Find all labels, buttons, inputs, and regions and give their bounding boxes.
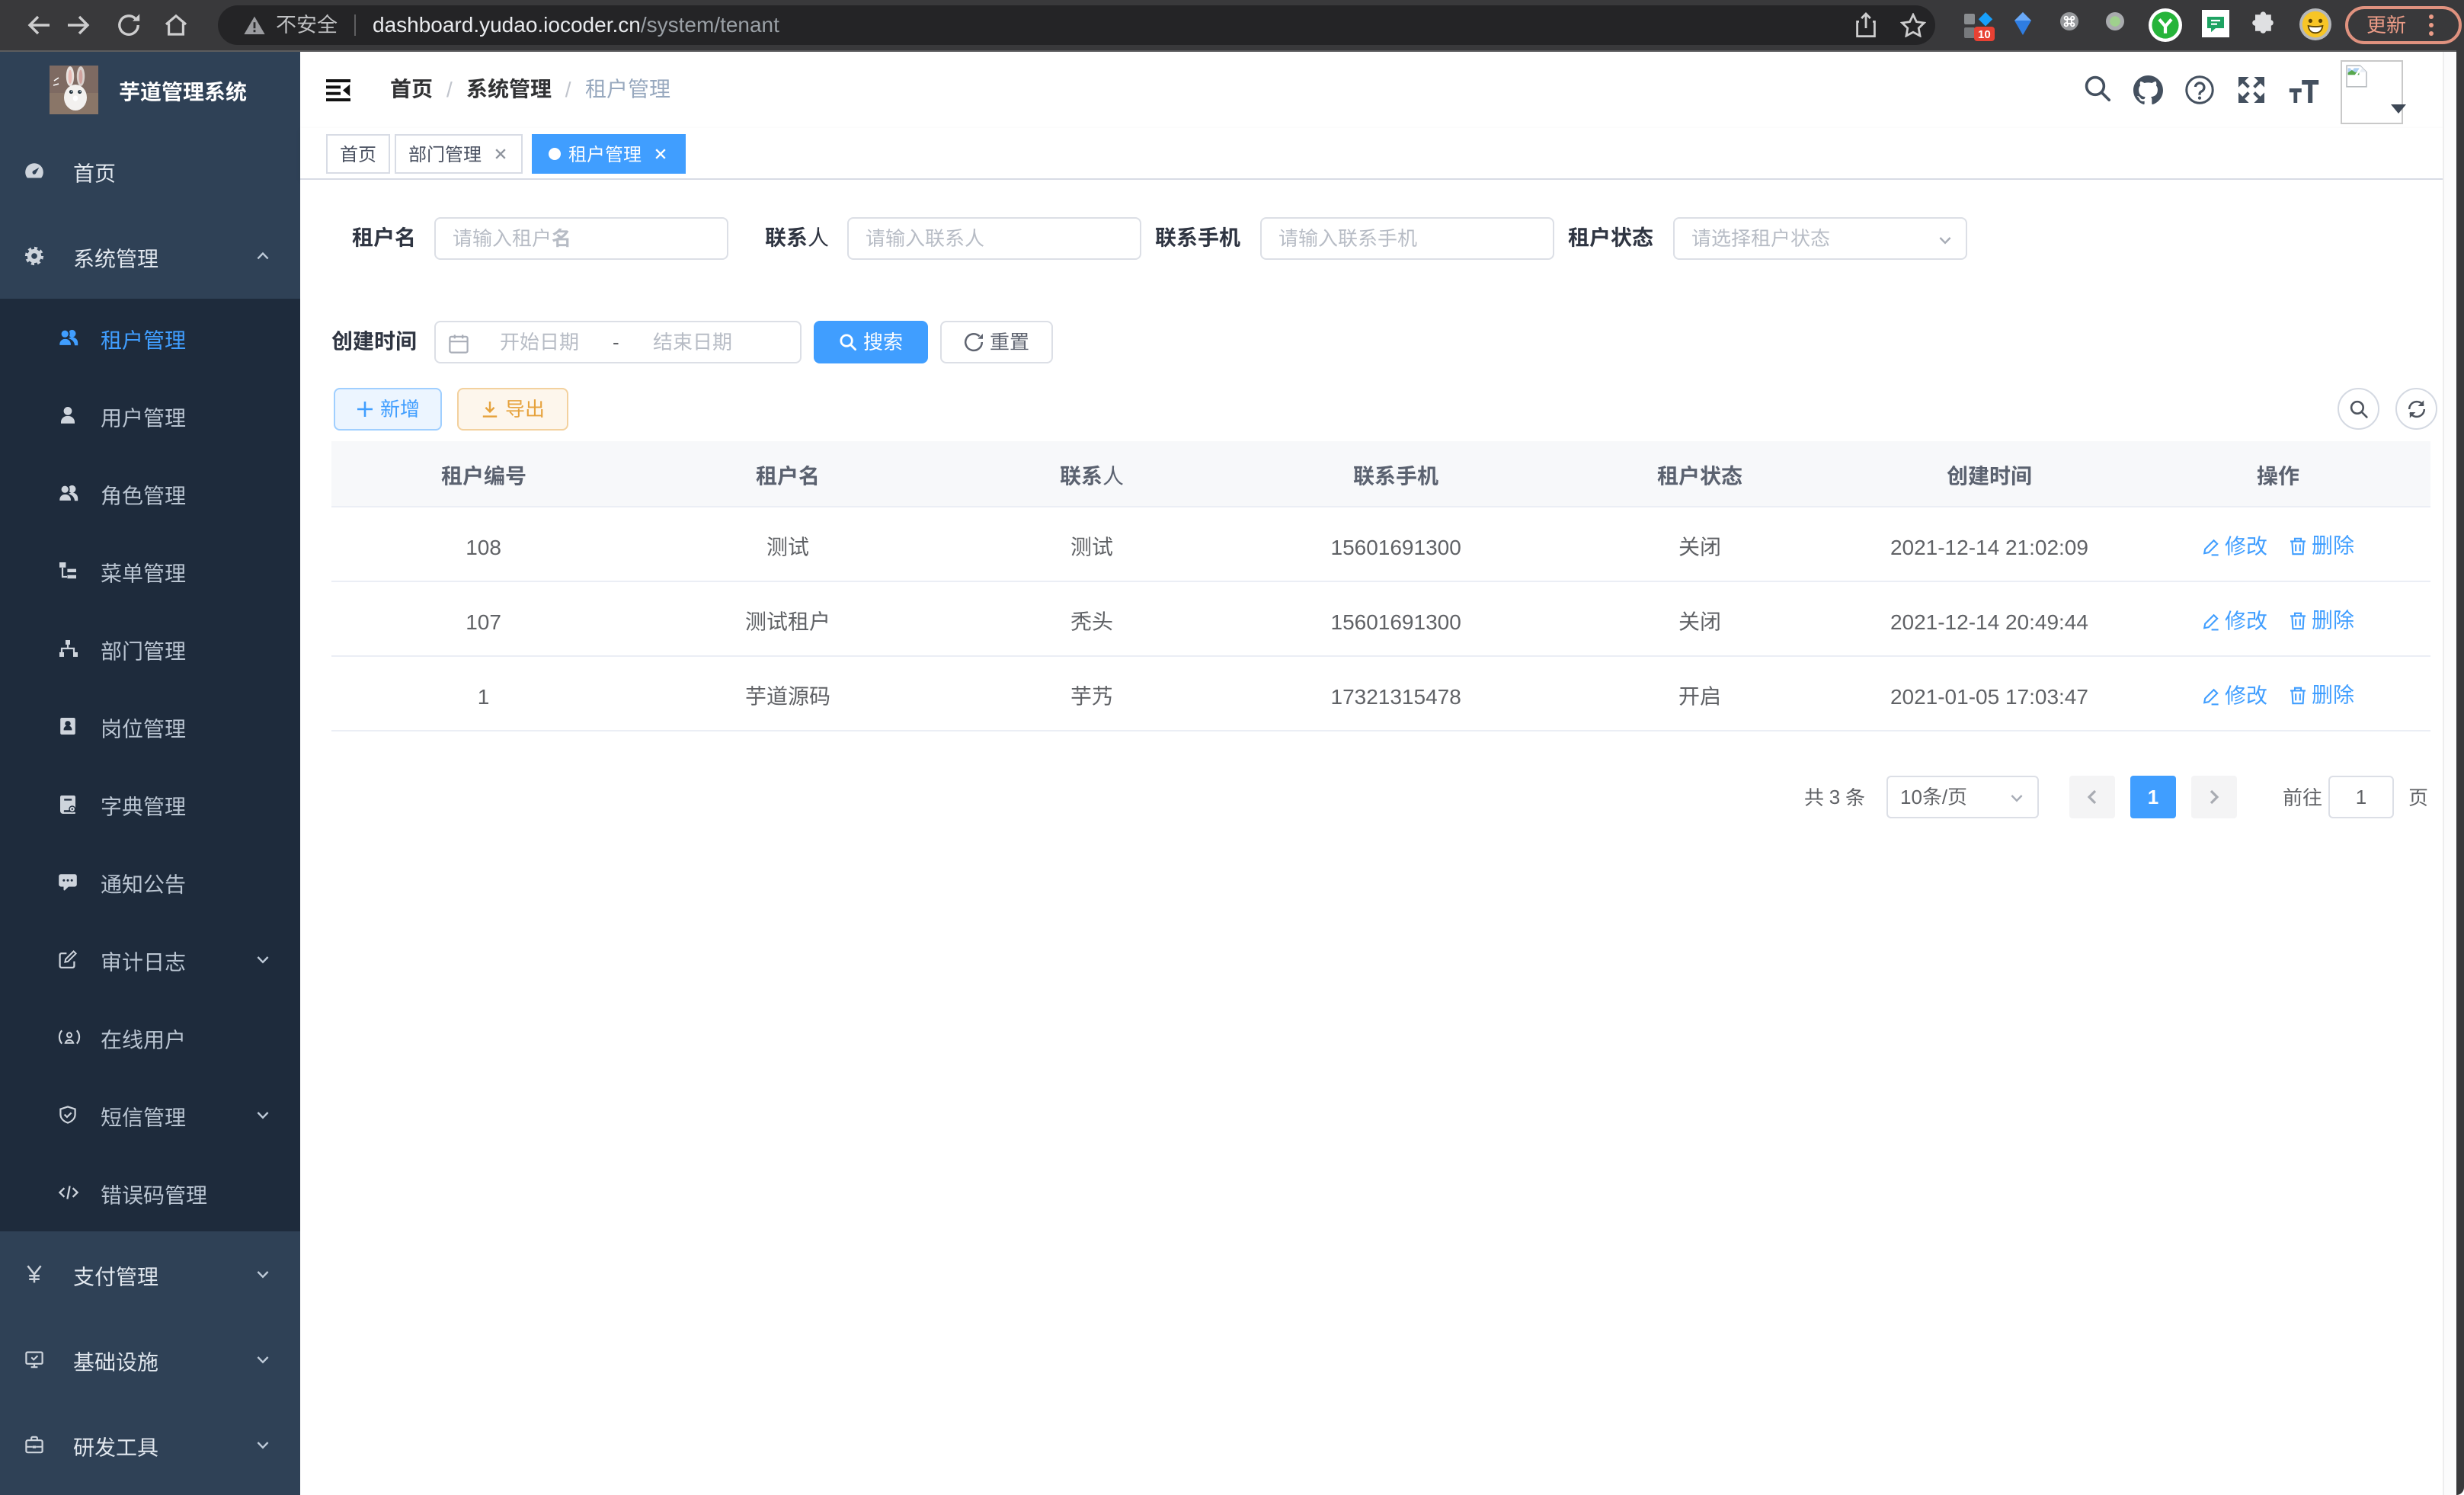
svg-text:10: 10 [1978, 28, 1991, 41]
